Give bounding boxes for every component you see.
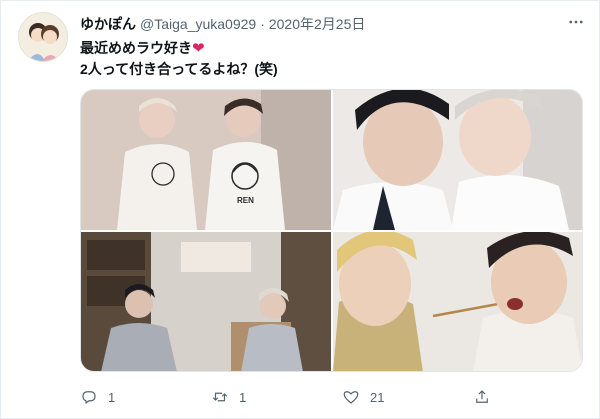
reply-count: 1 <box>108 389 116 405</box>
tweet-date[interactable]: 2020年2月25日 <box>269 14 366 34</box>
reply-button[interactable]: 1 <box>80 388 115 406</box>
media-photo-1[interactable]: REN <box>81 90 331 230</box>
tweet-text-line-2: 2人って付き合ってるよね？(笑) <box>80 61 278 77</box>
action-bar: 1 1 21 <box>80 388 583 408</box>
reply-icon <box>80 388 98 406</box>
retweet-button[interactable]: 1 <box>211 388 246 406</box>
media-photo-2[interactable] <box>333 90 582 230</box>
heart-emoji: ❤ <box>192 40 205 57</box>
ren-shirt-text: REN <box>237 196 254 205</box>
retweet-count: 1 <box>239 389 247 405</box>
tweet-text-line-1: 最近めめラウ好き❤ <box>80 38 278 59</box>
like-count: 21 <box>370 389 385 405</box>
tweet-text: 最近めめラウ好き❤ 2人って付き合ってるよね？(笑) <box>80 38 278 80</box>
avatar[interactable] <box>18 12 68 62</box>
like-icon <box>342 388 360 406</box>
like-button[interactable]: 21 <box>342 388 384 406</box>
media-grid: REN <box>80 89 583 372</box>
share-button[interactable] <box>473 388 491 406</box>
separator-dot: · <box>260 16 265 32</box>
user-handle[interactable]: @Taiga_yuka0929 <box>140 16 256 32</box>
retweet-icon <box>211 388 229 406</box>
media-photo-4[interactable] <box>333 232 582 371</box>
share-icon <box>473 388 491 406</box>
tweet-text-line-1-content: 最近めめラウ好き <box>80 40 192 56</box>
media-photo-3[interactable] <box>81 232 331 371</box>
display-name[interactable]: ゆかぽん <box>80 14 136 34</box>
tweet-card[interactable]: ゆかぽん @Taiga_yuka0929 · 2020年2月25日 最近めめラウ… <box>0 0 600 419</box>
more-icon[interactable] <box>564 12 588 32</box>
tweet-header: ゆかぽん @Taiga_yuka0929 · 2020年2月25日 <box>80 14 365 34</box>
